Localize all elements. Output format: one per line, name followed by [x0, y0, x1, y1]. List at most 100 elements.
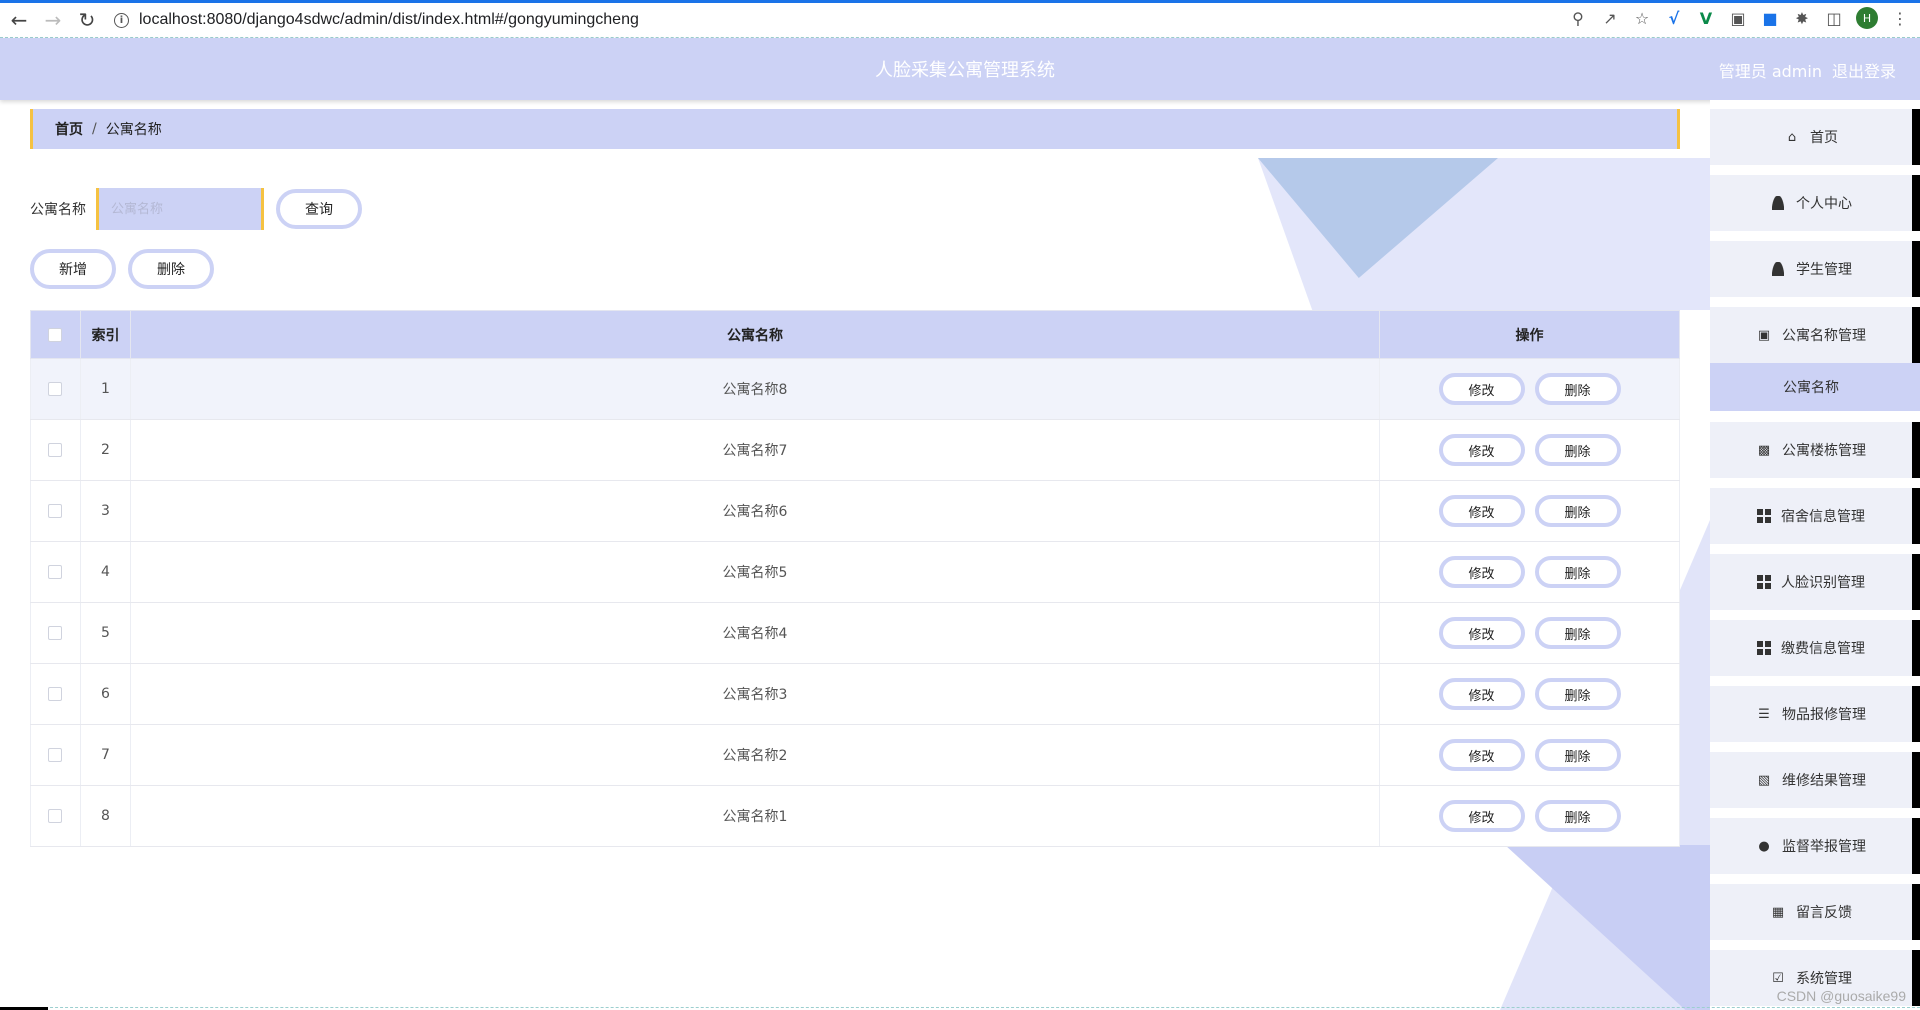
row-ops: 修改 删除	[1379, 358, 1680, 420]
home-icon: ⌂	[1787, 129, 1797, 145]
table-row: 2 公寓名称7 修改 删除	[30, 419, 1680, 481]
row-checkbox[interactable]	[48, 748, 63, 762]
edit-button[interactable]: 修改	[1438, 556, 1525, 588]
table-header-row: 索引 公寓名称 操作	[30, 310, 1680, 359]
row-ops: 修改 删除	[1379, 724, 1680, 786]
sidebar-item-label: 缴费信息管理	[1781, 641, 1865, 657]
row-ops: 修改 删除	[1379, 480, 1680, 542]
data-table: 索引 公寓名称 操作 1 公寓名称8 修改 删除 2 公寓名称7 修改 删除 3 公…	[30, 310, 1680, 847]
row-checkbox[interactable]	[48, 382, 63, 396]
clipboard-icon: ▦	[1771, 904, 1785, 920]
sidebar-item-buildings[interactable]: ▩ 公寓楼栋管理	[1710, 422, 1920, 478]
row-name: 公寓名称8	[129, 358, 1381, 420]
delete-button[interactable]: 删除	[1534, 617, 1621, 649]
app-title: 人脸采集公寓管理系统	[875, 60, 1055, 81]
sidebar-item-label: 公寓名称管理	[1782, 328, 1866, 344]
row-index: 4	[79, 541, 131, 603]
forward-arrow-icon[interactable]: →	[38, 5, 68, 35]
reload-icon[interactable]: ↻	[72, 5, 102, 35]
key-icon[interactable]: ⚲	[1568, 8, 1588, 28]
puzzle-icon[interactable]: ✸	[1792, 8, 1812, 28]
edit-button[interactable]: 修改	[1438, 800, 1525, 832]
info-icon[interactable]: i	[114, 12, 129, 28]
sidebar-item-label: 监督举报管理	[1782, 839, 1866, 855]
sidebar-item-label: 系统管理	[1796, 971, 1852, 987]
sidebar-item-face-recognition[interactable]: 人脸识别管理	[1710, 554, 1920, 610]
address-bar[interactable]: i localhost:8080/django4sdwc/admin/dist/…	[114, 5, 639, 35]
search-input[interactable]	[96, 188, 264, 230]
delete-button[interactable]: 删除	[1534, 556, 1621, 588]
row-index: 7	[79, 724, 131, 786]
delete-button[interactable]: 删除	[1534, 800, 1621, 832]
row-checkbox[interactable]	[48, 687, 63, 701]
row-name: 公寓名称1	[129, 785, 1381, 847]
briefcase-icon: ▩	[1757, 442, 1771, 458]
edit-button[interactable]: 修改	[1438, 434, 1525, 466]
row-checkbox[interactable]	[48, 809, 63, 823]
row-checkbox[interactable]	[48, 443, 63, 457]
url-text[interactable]: localhost:8080/django4sdwc/admin/dist/in…	[139, 11, 639, 29]
query-button[interactable]: 查询	[276, 189, 362, 229]
breadcrumb-home[interactable]: 首页	[55, 119, 83, 139]
profile-avatar[interactable]: H	[1856, 7, 1878, 29]
row-index: 3	[79, 480, 131, 542]
back-arrow-icon[interactable]: ←	[4, 5, 34, 35]
watermark: CSDN @guosaike99	[1776, 988, 1906, 1004]
sidebar-item-repairs[interactable]: ☰ 物品报修管理	[1710, 686, 1920, 742]
user-label: 管理员 admin	[1718, 62, 1822, 81]
header-select-all[interactable]	[30, 310, 81, 359]
edit-button[interactable]: 修改	[1438, 617, 1525, 649]
edit-button[interactable]: 修改	[1438, 739, 1525, 771]
delete-button[interactable]: 删除	[1534, 373, 1621, 405]
table-row: 8 公寓名称1 修改 删除	[30, 785, 1680, 847]
row-checkbox[interactable]	[48, 565, 63, 579]
extension-blue-icon[interactable]: √	[1664, 8, 1684, 28]
row-checkbox[interactable]	[48, 504, 63, 518]
sidebar-item-repair-results[interactable]: ▧ 维修结果管理	[1710, 752, 1920, 808]
sidebar-item-profile[interactable]: 个人中心	[1710, 175, 1920, 231]
grid-icon	[1757, 509, 1771, 523]
sidebar-subitem-apartment-name[interactable]: 公寓名称	[1710, 363, 1920, 411]
table-row: 4 公寓名称5 修改 删除	[30, 541, 1680, 603]
delete-button[interactable]: 删除	[1534, 434, 1621, 466]
row-ops: 修改 删除	[1379, 663, 1680, 725]
batch-delete-button[interactable]: 删除	[128, 249, 214, 289]
extension-dark-icon[interactable]: ▣	[1728, 8, 1748, 28]
delete-button[interactable]: 删除	[1534, 678, 1621, 710]
edit-button[interactable]: 修改	[1438, 373, 1525, 405]
edit-button[interactable]: 修改	[1438, 495, 1525, 527]
grid-icon	[1757, 575, 1771, 589]
sidebar-item-apartment-names[interactable]: ▣ 公寓名称管理	[1710, 307, 1920, 363]
extension-lock-icon[interactable]: ■	[1760, 8, 1780, 28]
breadcrumb: 首页 / 公寓名称	[30, 109, 1680, 149]
header-name: 公寓名称	[129, 310, 1381, 359]
sidebar-item-feedback[interactable]: ▦ 留言反馈	[1710, 884, 1920, 940]
grid-icon	[1757, 641, 1771, 655]
share-icon[interactable]: ↗	[1600, 8, 1620, 28]
star-icon[interactable]: ☆	[1632, 8, 1652, 28]
sidepanel-icon[interactable]: ◫	[1824, 8, 1844, 28]
sidebar-item-payments[interactable]: 缴费信息管理	[1710, 620, 1920, 676]
add-button[interactable]: 新增	[30, 249, 116, 289]
delete-button[interactable]: 删除	[1534, 495, 1621, 527]
sidebar-item-dormitory[interactable]: 宿舍信息管理	[1710, 488, 1920, 544]
row-select	[30, 358, 81, 420]
row-select	[30, 541, 81, 603]
menu-dots-icon[interactable]: ⋮	[1890, 8, 1910, 28]
sidebar-item-label: 首页	[1810, 130, 1838, 146]
row-name: 公寓名称7	[129, 419, 1381, 481]
row-index: 2	[79, 419, 131, 481]
row-checkbox[interactable]	[48, 626, 63, 640]
sidebar-item-home[interactable]: ⌂ 首页	[1710, 109, 1920, 165]
extension-vue-icon[interactable]: V	[1696, 8, 1716, 28]
edit-button[interactable]: 修改	[1438, 678, 1525, 710]
select-all-checkbox[interactable]	[48, 327, 63, 342]
book-icon: ▧	[1757, 772, 1771, 788]
sidebar-item-label: 个人中心	[1796, 196, 1852, 212]
delete-button[interactable]: 删除	[1534, 739, 1621, 771]
sidebar-item-reports[interactable]: ● 监督举报管理	[1710, 818, 1920, 874]
sidebar-item-students[interactable]: 学生管理	[1710, 241, 1920, 297]
row-index: 1	[79, 358, 131, 420]
logout-link[interactable]: 退出登录	[1832, 58, 1896, 82]
table-row: 6 公寓名称3 修改 删除	[30, 663, 1680, 725]
